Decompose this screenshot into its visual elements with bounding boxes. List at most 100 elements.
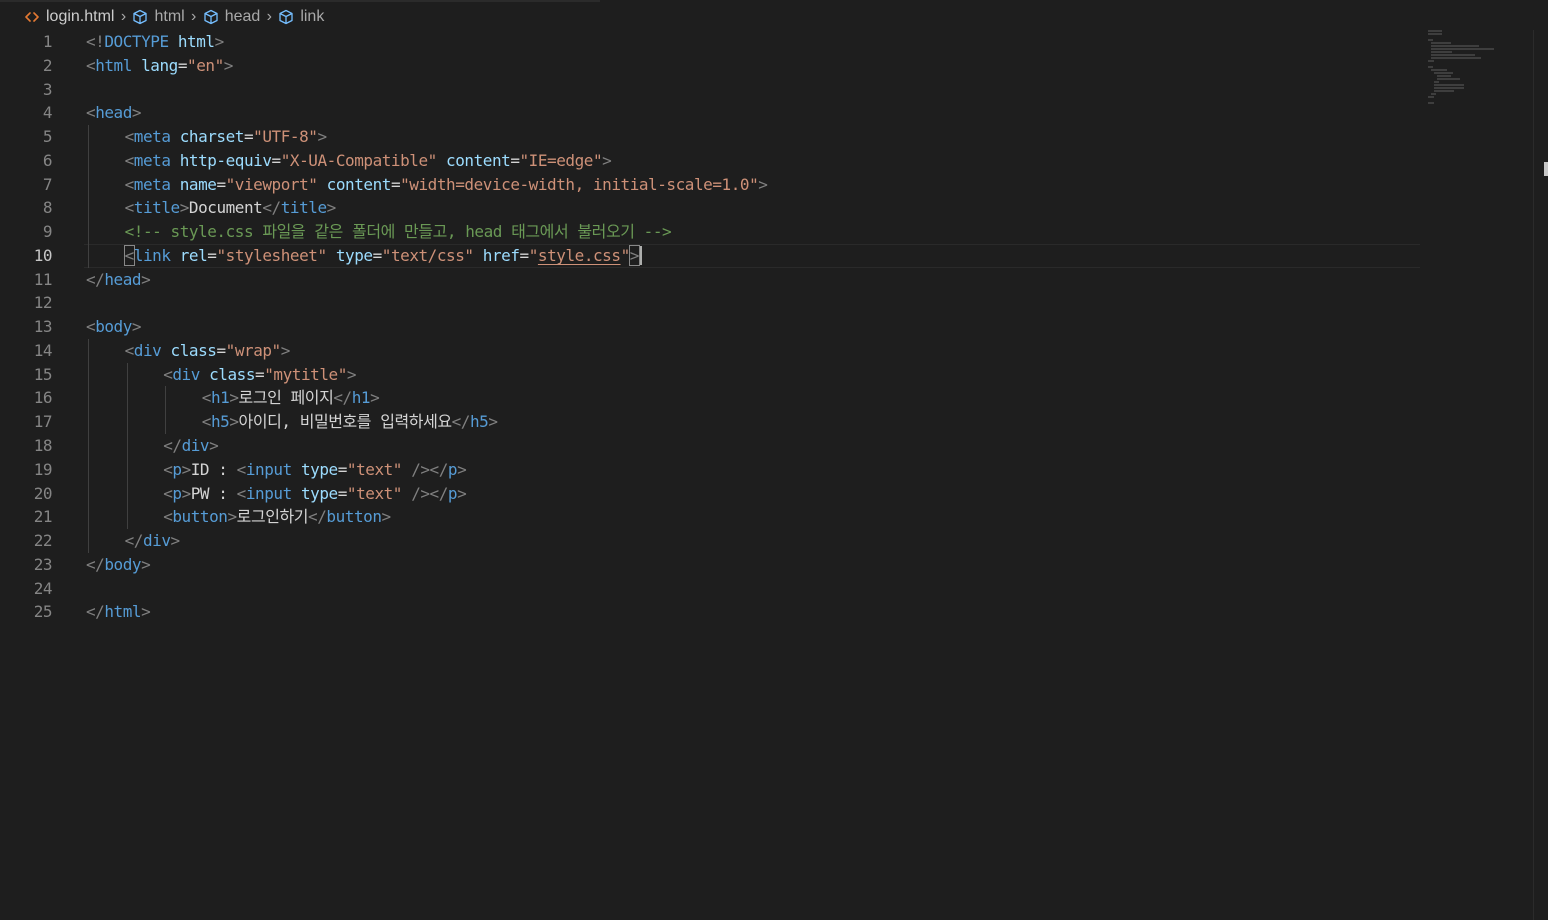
symbol-element-icon [203, 9, 219, 25]
code-token: > [141, 269, 151, 289]
code-token: < [124, 127, 135, 147]
breadcrumb-item-head[interactable]: head [203, 8, 260, 26]
minimap-line [1431, 45, 1479, 47]
code-line[interactable]: 4 <head> [0, 101, 1420, 125]
code-line[interactable]: 23 </body> [0, 553, 1420, 577]
chevron-right-icon: › [191, 8, 197, 25]
symbol-element-icon [132, 9, 148, 25]
code-token: p [447, 459, 458, 479]
code-line[interactable]: 24 [0, 577, 1420, 601]
code-token: > [170, 531, 181, 551]
code-token: < [86, 103, 96, 123]
code-token: > [229, 412, 239, 432]
code-line[interactable]: 14 <div class="wrap"> [0, 338, 1420, 363]
code-token: > [457, 459, 467, 479]
breadcrumb: login.html › html › head › link [0, 0, 1548, 34]
code-token: "stylesheet" [216, 245, 327, 265]
minimap-line [1431, 51, 1452, 53]
code-token: head [95, 103, 132, 123]
minimap-line [1431, 48, 1494, 50]
code-text: </body> [86, 553, 151, 577]
minimap-line [1431, 69, 1448, 71]
code-token: title [133, 198, 180, 218]
code-line[interactable]: 10 <link rel="stylesheet" type="text/css"… [0, 243, 1420, 268]
code-line[interactable]: 2 <html lang="en"> [0, 54, 1420, 78]
line-number: 17 [33, 412, 53, 432]
minimap-line [1428, 33, 1443, 35]
code-token: ID : [190, 459, 237, 479]
code-token: > [370, 388, 380, 408]
code-line[interactable]: 18 </div> [0, 434, 1420, 458]
code-line[interactable]: 15 <div class="mytitle"> [0, 362, 1420, 387]
code-token: charset [179, 127, 245, 147]
code-token: link [133, 245, 171, 265]
code-token: " [528, 245, 539, 265]
indent-guide [88, 125, 89, 149]
code-token: > [488, 412, 498, 432]
code-token: input [245, 459, 292, 479]
code-line[interactable]: 5 <meta charset="UTF-8"> [0, 125, 1420, 149]
code-line[interactable]: 13 <body> [0, 315, 1420, 339]
code-line[interactable]: 8 <title>Document</title> [0, 196, 1420, 221]
line-number: 9 [42, 222, 53, 242]
code-token: > [381, 507, 392, 527]
code-line[interactable]: 3 [0, 78, 1420, 102]
code-line[interactable]: 6 <meta http-equiv="X-UA-Compatible" cont… [0, 148, 1420, 173]
code-line[interactable]: 1 <!DOCTYPE html> [0, 30, 1420, 54]
indent-guide [88, 172, 89, 197]
code-token: < [86, 55, 96, 75]
breadcrumb-item-html[interactable]: html [132, 8, 185, 26]
indent-guide [88, 457, 89, 482]
text-cursor [639, 245, 642, 265]
minimap-line [1434, 87, 1464, 89]
code-line[interactable]: 21 <button>로그인하기</button> [0, 505, 1420, 530]
indent-guide [126, 386, 128, 411]
line-number: 1 [42, 32, 53, 51]
breadcrumb-file[interactable]: login.html [24, 8, 114, 26]
line-number: 7 [42, 174, 53, 194]
code-line[interactable]: 22 </div> [0, 529, 1420, 553]
minimap-line [1437, 78, 1460, 80]
code-text: <button>로그인하기</button> [163, 505, 391, 529]
line-number: 20 [33, 483, 53, 503]
code-token: = [337, 459, 348, 479]
code-token: meta [133, 150, 171, 170]
minimap-line [1428, 60, 1435, 62]
code-token: = [243, 127, 254, 147]
line-number: 11 [33, 269, 53, 289]
code-line[interactable]: 19 <p>ID : <input type="text" /></p> [0, 457, 1420, 482]
code-token: href [482, 245, 520, 265]
code-token: style.css [537, 245, 621, 265]
code-token: DOCTYPE [104, 32, 169, 51]
minimap-line [1431, 54, 1476, 56]
code-token: body [95, 317, 132, 337]
code-editor[interactable]: 1 <!DOCTYPE html> 2 <html lang="en"> 3 4 <head… [0, 30, 1420, 624]
breadcrumb-item-link[interactable]: link [278, 8, 324, 26]
code-token: > [628, 244, 640, 266]
code-line[interactable]: 7 <meta name="viewport" content="width=de… [0, 172, 1420, 197]
code-token: PW : [190, 483, 237, 503]
code-line[interactable]: 20 <p>PW : <input type="text" /></p> [0, 481, 1420, 506]
code-token: </ [333, 388, 352, 408]
code-token: p [447, 483, 458, 503]
code-line[interactable]: 16 <h1>로그인 페이지</h1> [0, 386, 1420, 411]
code-token: div [142, 531, 171, 551]
code-line[interactable]: 11 </head> [0, 268, 1420, 292]
code-line[interactable]: 25 </html> [0, 600, 1420, 624]
code-text: <p>ID : <input type="text" /></p> [163, 458, 467, 482]
minimap[interactable] [1428, 30, 1508, 104]
code-line[interactable]: 12 [0, 291, 1420, 315]
code-token: > [209, 436, 219, 456]
code-token: title [280, 198, 327, 218]
code-token: " [620, 245, 631, 265]
indent-guide [88, 410, 89, 435]
line-number: 23 [33, 554, 53, 574]
code-token: < [124, 174, 135, 194]
code-line[interactable]: 9 <!-- style.css 파일을 같은 폴더에 만들고, head 태그에… [0, 220, 1420, 244]
code-line[interactable]: 17 <h5>아이디, 비밀번호를 입력하세요</h5> [0, 410, 1420, 435]
